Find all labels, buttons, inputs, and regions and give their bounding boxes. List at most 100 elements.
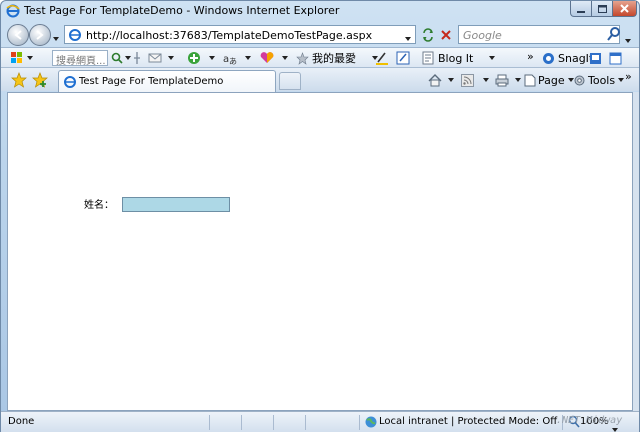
plus-icon	[188, 52, 200, 64]
pin-icon	[134, 52, 140, 64]
intranet-zone-icon	[365, 416, 377, 428]
blog-icon	[422, 51, 434, 65]
mail-icon	[148, 53, 162, 63]
status-bar: Done Local intranet | Protected Mode: Of…	[1, 411, 639, 432]
status-divider	[305, 415, 306, 430]
page-icon	[69, 29, 81, 41]
svg-text:あ: あ	[229, 57, 237, 65]
address-url[interactable]: http://localhost:37683/TemplateDemoTestP…	[86, 29, 372, 42]
translate-icon: aあ	[223, 54, 237, 65]
tab-test-page[interactable]: Test Page For TemplateDemo	[58, 70, 276, 92]
print-button[interactable]	[495, 72, 521, 88]
address-row: http://localhost:37683/TemplateDemoTestP…	[1, 21, 639, 47]
watermark-text: .NET Midway	[556, 415, 623, 426]
home-button[interactable]	[428, 72, 454, 88]
snagit-capture-button[interactable]	[589, 50, 602, 66]
chevron-label: »	[527, 49, 534, 63]
tools-menu-label: Tools	[588, 73, 616, 87]
magnifier-icon	[111, 52, 123, 64]
toolbar-highlight-button[interactable]	[132, 50, 142, 66]
toolbar-addon-button[interactable]	[187, 50, 215, 66]
blog-label: Blog It	[438, 51, 474, 65]
arrow-right-icon	[36, 30, 44, 40]
ie-logo-icon	[6, 4, 20, 18]
status-text: Done	[8, 416, 35, 427]
toolbar-search-button[interactable]	[111, 50, 131, 66]
capture-icon	[590, 52, 601, 64]
page-menu-label: Page	[538, 73, 565, 87]
printer-icon	[495, 74, 509, 86]
refresh-button[interactable]	[419, 26, 437, 44]
search-box[interactable]: Google	[458, 25, 620, 44]
home-icon	[428, 73, 442, 86]
close-button[interactable]	[612, 1, 637, 17]
arrow-left-icon	[14, 30, 22, 40]
toolbar-pen-button[interactable]	[375, 50, 389, 66]
toolbar-search-input[interactable]: 搜尋網頁...	[52, 50, 108, 67]
recent-pages-dropdown[interactable]	[53, 31, 61, 41]
stop-icon	[441, 30, 451, 40]
search-options-dropdown[interactable]	[625, 33, 631, 46]
toolbar-favorites-button[interactable]: 我的最愛	[296, 50, 378, 66]
toolbar-logo-dropdown[interactable]	[10, 50, 33, 66]
window-title: Test Page For TemplateDemo - Windows Int…	[24, 4, 340, 17]
toolbar-edit-button[interactable]	[396, 50, 410, 66]
tab-label: Test Page For TemplateDemo	[79, 76, 224, 87]
new-tab-button[interactable]	[279, 72, 301, 90]
stop-button[interactable]	[437, 26, 455, 44]
title-bar: Test Page For TemplateDemo - Windows Int…	[1, 1, 639, 21]
name-input[interactable]	[122, 197, 230, 212]
pen-icon	[376, 52, 388, 65]
page-icon	[524, 74, 536, 86]
status-divider	[273, 415, 274, 430]
tab-row: Test Page For TemplateDemo Page Tools »	[1, 67, 639, 92]
vertical-scrollbar[interactable]	[633, 92, 639, 411]
refresh-icon	[423, 28, 433, 42]
minimize-button[interactable]	[570, 1, 592, 17]
snagit-icon	[543, 52, 554, 64]
feeds-button[interactable]	[461, 72, 489, 88]
command-toolbar: 搜尋網頁... aあ 我的最愛 Blog It » SnagIt	[1, 47, 639, 67]
maximize-icon	[597, 4, 607, 13]
page-menu-button[interactable]: Page	[524, 72, 574, 88]
favorites-label: 我的最愛	[312, 52, 356, 65]
page-content: 姓名：	[7, 92, 633, 411]
maximize-button[interactable]	[591, 1, 613, 17]
status-divider	[359, 415, 360, 430]
toolbar-blog-button[interactable]: Blog It	[422, 50, 496, 66]
name-label: 姓名：	[84, 200, 114, 211]
heart-icon	[260, 52, 274, 63]
back-button[interactable]	[7, 24, 29, 46]
search-placeholder: Google	[463, 29, 502, 42]
windows-logo-icon	[11, 52, 22, 63]
status-divider	[209, 415, 210, 430]
toolbar-heart-button[interactable]	[260, 50, 288, 66]
minimize-icon	[577, 10, 585, 13]
gear-icon	[574, 75, 585, 85]
favorites-center-icon[interactable]	[11, 72, 27, 88]
tab-page-icon	[64, 76, 76, 88]
status-divider	[241, 415, 242, 430]
rss-icon	[461, 73, 474, 87]
window-icon	[609, 52, 622, 64]
snagit-button[interactable]: SnagIt	[542, 50, 593, 66]
close-icon	[620, 4, 629, 13]
toolbar-search-placeholder: 搜尋網頁...	[56, 56, 106, 67]
security-zone-text[interactable]: Local intranet | Protected Mode: Off	[379, 416, 557, 427]
forward-button[interactable]	[29, 24, 51, 46]
browser-window: Test Page For TemplateDemo - Windows Int…	[0, 0, 640, 432]
toolbar-overflow-chevron[interactable]: »	[527, 48, 534, 64]
tabrow-overflow-chevron[interactable]: »	[625, 68, 632, 84]
address-dropdown-icon[interactable]	[405, 31, 411, 44]
tabrow-chevron-label: »	[625, 69, 632, 83]
tools-menu-button[interactable]: Tools	[573, 72, 625, 88]
search-icon[interactable]	[607, 26, 621, 42]
toolbar-translate-button[interactable]: aあ	[223, 50, 251, 66]
add-favorite-icon[interactable]	[32, 72, 48, 88]
toolbar-mail-button[interactable]	[148, 50, 174, 66]
edit-icon	[396, 51, 410, 65]
star-icon	[296, 51, 309, 65]
snagit-label: SnagIt	[558, 51, 594, 65]
snagit-window-button[interactable]	[609, 50, 622, 66]
address-bar[interactable]: http://localhost:37683/TemplateDemoTestP…	[64, 25, 416, 44]
